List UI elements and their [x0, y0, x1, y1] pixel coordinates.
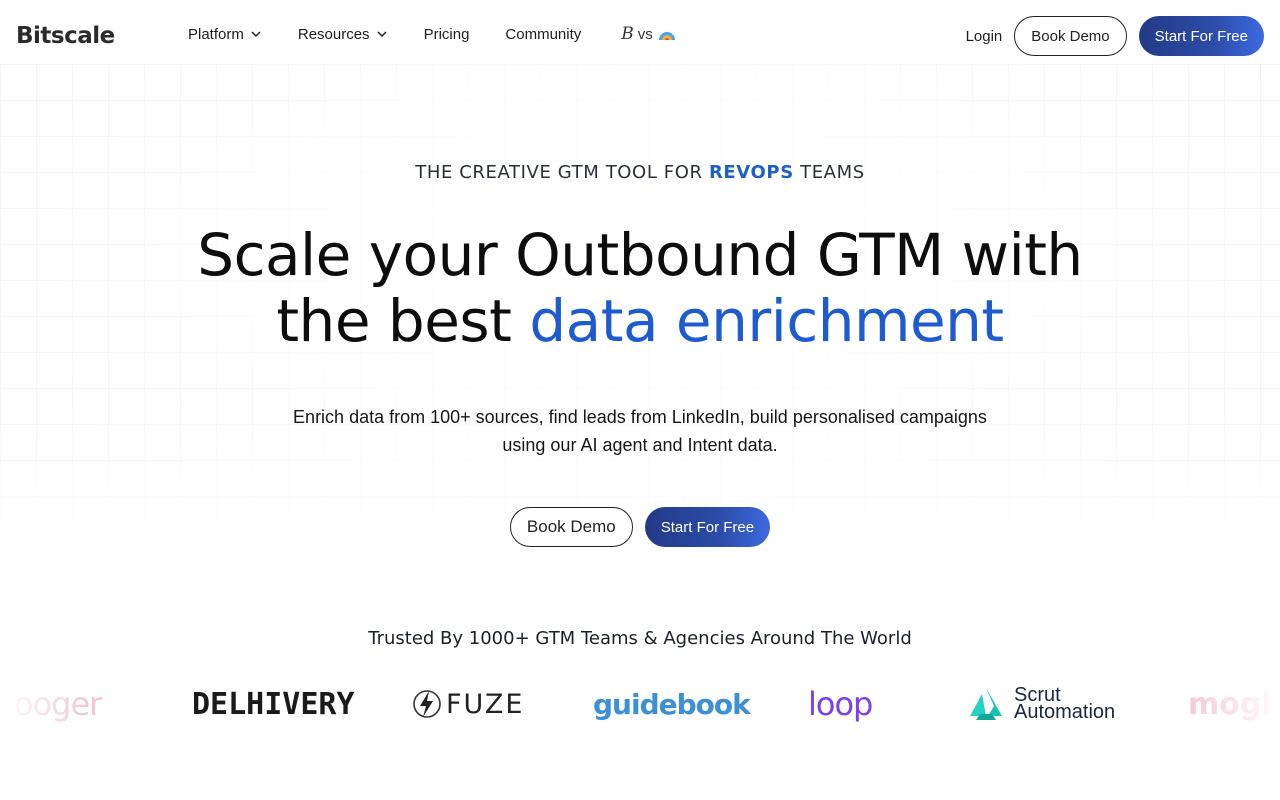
logo-strip-fade-right	[1170, 670, 1280, 740]
hero-eyebrow: THE CREATIVE GTM TOOL FOR REVOPS TEAMS	[0, 162, 1280, 183]
delhivery-logo: DELHIVERY	[192, 676, 355, 732]
hero-cta-group: Book Demo Start For Free	[0, 507, 1280, 547]
nav-resources-label: Resources	[297, 25, 370, 43]
nav-community[interactable]: Community	[505, 26, 581, 43]
bitscale-logo[interactable]: Bitscale	[16, 20, 115, 52]
nav-actions: Login Book Demo Start For Free	[966, 16, 1264, 56]
eyebrow-prefix: THE CREATIVE GTM TOOL FOR	[415, 162, 703, 183]
top-navbar: Bitscale Platform Resources Pricing Comm…	[0, 0, 1280, 64]
bitscale-mini-icon: B	[621, 24, 634, 44]
scrut-logo: Scrut Automation	[968, 676, 1115, 732]
headline-line-1: Scale your Outbound GTM with	[197, 221, 1083, 289]
nav-platform-label: Platform	[188, 25, 244, 43]
loop-logo-text: loop	[808, 685, 873, 723]
nav-pricing-label: Pricing	[423, 25, 470, 43]
logo-strip-fade-left	[0, 670, 90, 740]
hero-book-demo-button[interactable]: Book Demo	[509, 507, 633, 547]
hero-headline: Scale your Outbound GTM with the best da…	[0, 222, 1280, 354]
headline-highlight: data enrichment	[529, 287, 1004, 355]
eyebrow-suffix: TEAMS	[800, 162, 865, 183]
login-link[interactable]: Login	[966, 28, 1003, 45]
nav-links: Platform Resources Pricing Community B v…	[188, 24, 677, 44]
headline-line-2: the best data enrichment	[0, 288, 1280, 354]
start-for-free-button[interactable]: Start For Free	[1138, 16, 1264, 56]
headline-line-2-prefix: the best	[276, 287, 512, 355]
lightning-icon	[413, 690, 441, 718]
customer-logo-strip: ooger DELHIVERY FUZE guidebook loop Scru…	[0, 676, 1280, 732]
vs-label: vs	[637, 25, 653, 43]
nav-community-label: Community	[505, 25, 582, 43]
hero-start-for-free-button[interactable]: Start For Free	[644, 507, 771, 547]
scrut-logo-line2: Automation	[1014, 701, 1116, 723]
nav-resources[interactable]: Resources	[298, 26, 388, 43]
delhivery-logo-text: DELHIVERY	[192, 686, 355, 722]
fuze-logo: FUZE	[412, 676, 524, 732]
competitor-rainbow-icon	[658, 32, 675, 40]
guidebook-logo: guidebook	[593, 676, 751, 732]
book-demo-button[interactable]: Book Demo	[1014, 16, 1127, 56]
fuze-logo-text: FUZE	[446, 688, 525, 720]
scrut-logo-text: Scrut Automation	[1014, 685, 1116, 723]
eyebrow-accent: REVOPS	[708, 162, 794, 183]
nav-comparison[interactable]: B vs	[621, 24, 677, 44]
loop-logo: loop	[808, 676, 873, 732]
hero-subtext: Enrich data from 100+ sources, find lead…	[293, 407, 987, 455]
nav-platform[interactable]: Platform	[188, 26, 262, 43]
chevron-down-icon	[377, 31, 387, 38]
chevron-down-icon	[251, 31, 261, 38]
nav-pricing[interactable]: Pricing	[424, 26, 470, 43]
trusted-heading: Trusted By 1000+ GTM Teams & Agencies Ar…	[368, 628, 912, 649]
scrut-mark-icon	[970, 688, 1002, 720]
guidebook-logo-text: guidebook	[593, 687, 751, 721]
logo-text: Bitscale	[16, 23, 115, 49]
